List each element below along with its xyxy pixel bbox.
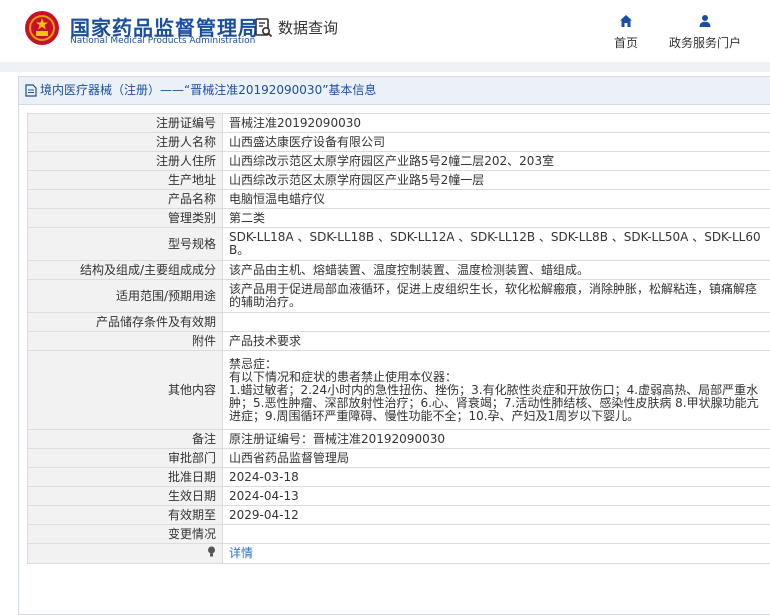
table-row: 注册人住所 山西综改示范区太原学府园区产业路5号2幢二层202、203室 (27, 151, 770, 171)
row-label: 注册人名称 (27, 132, 223, 152)
table-row: 备注 原注册证编号：晋械注准20192090030 (27, 429, 770, 449)
nav-service-portal-label: 政务服务门户 (669, 36, 742, 50)
user-icon (699, 15, 711, 27)
table-row: 产品名称 电脑恒温电蜡疗仪 (27, 189, 770, 209)
row-value: 该产品用于促进局部血液循环，促进上皮组织生长，软化松解瘢痕，消除肿胀，松解粘连，… (222, 279, 770, 313)
row-value: 山西省药品监督管理局 (222, 448, 770, 468)
table-row: 生产地址 山西综改示范区太原学府园区产业路5号2幢一层 (27, 170, 770, 190)
row-label: 生产地址 (27, 170, 223, 190)
panel-header: 境内医疗器械（注册）——“晋械注准20192090030”基本信息 (19, 77, 770, 105)
row-value: 该产品由主机、熔蜡装置、温度控制装置、温度检测装置、蜡组成。 (222, 260, 770, 280)
document-icon (25, 84, 37, 97)
row-label: 结构及组成/主要组成成分 (27, 260, 223, 280)
table-row: 详情 (27, 543, 770, 564)
row-value: 产品技术要求 (222, 331, 770, 351)
table-row: 型号规格 SDK-LL18A 、SDK-LL18B 、SDK-LL12A 、SDK… (27, 227, 770, 261)
top-bar: 国家药品监督管理局 National Medical Products Admi… (0, 0, 770, 62)
detail-row-label (27, 543, 223, 564)
row-label: 备注 (27, 429, 223, 449)
row-label: 批准日期 (27, 467, 223, 487)
row-label: 管理类别 (27, 208, 223, 228)
table-row: 产品储存条件及有效期 (27, 312, 770, 332)
site-subtitle: National Medical Products Administration (70, 36, 256, 46)
row-value: 电脑恒温电蜡疗仪 (222, 189, 770, 209)
data-query-link[interactable]: 数据查询 (255, 17, 338, 38)
detail-row-value: 详情 (222, 543, 770, 564)
row-label: 附件 (27, 331, 223, 351)
row-value: 晋械注准20192090030 (222, 113, 770, 133)
nav-home-label: 首页 (614, 36, 639, 50)
row-value: 2029-04-12 (222, 505, 770, 525)
row-label: 其他内容 (27, 350, 223, 430)
national-emblem-icon (25, 11, 59, 45)
row-label: 生效日期 (27, 486, 223, 506)
divider-stripe (0, 62, 770, 72)
table-row: 注册证编号 晋械注准20192090030 (27, 113, 770, 133)
row-label: 有效期至 (27, 505, 223, 525)
table-row: 注册人名称 山西盛达康医疗设备有限公司 (27, 132, 770, 152)
row-value: 第二类 (222, 208, 770, 228)
lightbulb-icon (208, 546, 215, 557)
row-value: 2024-04-13 (222, 486, 770, 506)
row-label: 产品储存条件及有效期 (27, 312, 223, 332)
row-value: 山西综改示范区太原学府园区产业路5号2幢二层202、203室 (222, 151, 770, 171)
detail-link[interactable]: 详情 (229, 546, 253, 560)
row-label: 适用范围/预期用途 (27, 279, 223, 313)
nav-home[interactable]: 首页 (614, 14, 638, 51)
row-label: 审批部门 (27, 448, 223, 468)
info-table: 注册证编号 晋械注准20192090030 注册人名称 山西盛达康医疗设备有限公司 注册… (27, 113, 770, 564)
table-row: 管理类别 第二类 (27, 208, 770, 228)
data-query-label: 数据查询 (278, 19, 339, 37)
row-label: 变更情况 (27, 524, 223, 544)
table-row: 其他内容 禁忌症： 有以下情况和症状的患者禁止使用本仪器： 1.蜡过敏者；2.24… (27, 350, 770, 430)
row-value: 山西盛达康医疗设备有限公司 (222, 132, 770, 152)
row-label: 型号规格 (27, 227, 223, 261)
row-value: 禁忌症： 有以下情况和症状的患者禁止使用本仪器： 1.蜡过敏者；2.24小时内的… (222, 350, 770, 430)
detail-panel: 境内医疗器械（注册）——“晋械注准20192090030”基本信息 注册证编号晋… (18, 76, 770, 615)
row-value: 原注册证编号：晋械注准20192090030 (222, 429, 770, 449)
table-row: 结构及组成/主要组成成分 该产品由主机、熔蜡装置、温度控制装置、温度检测装置、蜡组… (27, 260, 770, 280)
table-row: 附件 产品技术要求 (27, 331, 770, 351)
document-search-icon (255, 17, 273, 37)
home-icon (620, 15, 632, 27)
panel-title: 境内医疗器械（注册）——“晋械注准20192090030”基本信息 (40, 83, 377, 97)
table-row: 变更情况 (27, 524, 770, 544)
table-row: 批准日期 2024-03-18 (27, 467, 770, 487)
row-value (222, 524, 770, 544)
row-label: 注册人住所 (27, 151, 223, 171)
row-label: 注册证编号 (27, 113, 223, 133)
row-value: 2024-03-18 (222, 467, 770, 487)
nav-service-portal[interactable]: 政务服务门户 (669, 14, 741, 51)
table-row: 适用范围/预期用途 该产品用于促进局部血液循环，促进上皮组织生长，软化松解瘢痕，消… (27, 279, 770, 313)
table-row: 生效日期 2024-04-13 (27, 486, 770, 506)
table-row: 有效期至 2029-04-12 (27, 505, 770, 525)
row-value: SDK-LL18A 、SDK-LL18B 、SDK-LL12A 、SDK-LL1… (222, 227, 770, 261)
row-value (222, 312, 770, 332)
table-row: 审批部门 山西省药品监督管理局 (27, 448, 770, 468)
row-label: 产品名称 (27, 189, 223, 209)
row-value: 山西综改示范区太原学府园区产业路5号2幢一层 (222, 170, 770, 190)
